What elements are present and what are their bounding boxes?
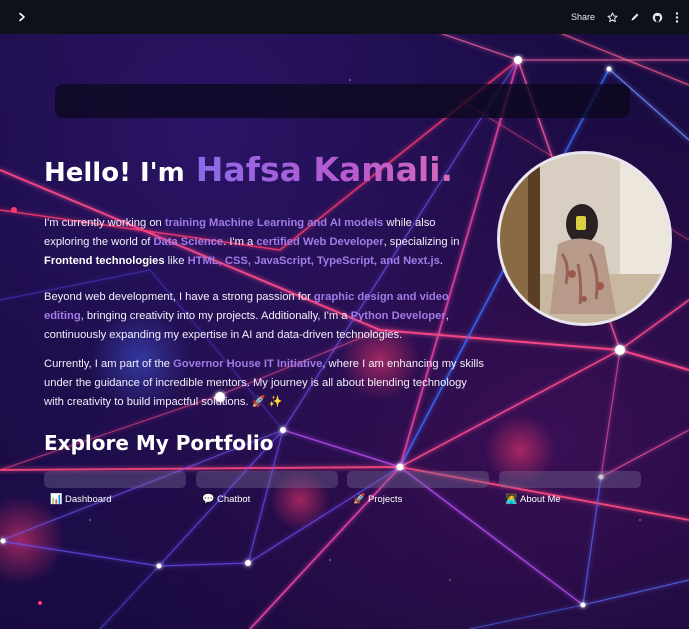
chevron-right-icon: [19, 12, 25, 22]
speech-bubble-icon: 💬: [202, 494, 215, 505]
intro-text: I'm currently working on: [44, 217, 165, 229]
passion-paragraph: Beyond web development, I have a strong …: [44, 288, 484, 345]
share-button[interactable]: Share: [571, 12, 595, 22]
dashboard-button[interactable]: [44, 471, 186, 488]
github-button[interactable]: [652, 12, 663, 23]
toolbar-actions: Share: [571, 11, 679, 23]
app-toolbar: Share: [0, 0, 689, 34]
intro-text: like: [164, 255, 188, 267]
main-menu-button[interactable]: [675, 11, 679, 23]
highlight-governor-house: Governor House IT Initiative: [173, 358, 323, 370]
name-heading: Hafsa Kamali.: [195, 150, 454, 189]
intro-paragraph: I'm currently working on training Machin…: [44, 214, 484, 271]
edit-button[interactable]: [630, 12, 640, 22]
portfolio-heading: Explore My Portfolio: [44, 431, 274, 455]
highlight-data-science: Data Science: [153, 236, 224, 248]
more-vertical-icon: [675, 11, 679, 23]
highlight-web-developer: certified Web Developer: [256, 236, 384, 248]
profile-photo-image: [500, 154, 669, 323]
expand-sidebar-button[interactable]: [14, 9, 30, 25]
bar-chart-icon: 📊: [50, 494, 63, 505]
pencil-icon: [631, 13, 639, 21]
highlight-frontend: Frontend technologies: [44, 255, 165, 267]
initiative-paragraph: Currently, I am part of the Governor Hou…: [44, 355, 484, 412]
star-icon: [607, 11, 618, 22]
highlight-tech-stack: HTML, CSS, JavaScript, TypeScript, and N…: [187, 255, 440, 267]
about-me-link-label: About Me: [520, 494, 561, 505]
page-title: Hello! I'm Hafsa Kamali.: [44, 150, 453, 189]
projects-link[interactable]: 🚀 Projects: [353, 494, 402, 505]
projects-button[interactable]: [347, 471, 489, 488]
chatbot-link-label: Chatbot: [217, 494, 251, 505]
favorite-button[interactable]: [607, 11, 618, 23]
github-icon: [652, 12, 663, 22]
profile-photo: [497, 151, 672, 326]
initiative-text: Currently, I am part of the: [44, 358, 174, 370]
intro-text: . I'm a: [223, 236, 257, 248]
highlight-ml-ai: training Machine Learning and AI models: [164, 217, 384, 229]
about-me-link[interactable]: 👩‍💻 About Me: [505, 494, 561, 505]
intro-text: , specializing in: [383, 236, 460, 248]
projects-link-label: Projects: [368, 494, 403, 505]
dashboard-link-label: Dashboard: [65, 494, 112, 505]
intro-text: .: [439, 255, 443, 267]
greeting-text: Hello! I'm: [44, 158, 185, 188]
header-banner: [55, 84, 630, 118]
chatbot-link[interactable]: 💬 Chatbot: [202, 494, 250, 505]
highlight-python: Python Developer: [350, 310, 446, 322]
about-me-button[interactable]: [499, 471, 641, 488]
passion-text: Beyond web development, I have a strong …: [44, 291, 314, 303]
rocket-icon: 🚀: [353, 494, 366, 505]
technologist-icon: 👩‍💻: [505, 494, 518, 505]
dashboard-link[interactable]: 📊 Dashboard: [50, 494, 111, 505]
passion-text: , bringing creativity into my projects. …: [80, 310, 351, 322]
chatbot-button[interactable]: [196, 471, 338, 488]
rocket-sparkles-emoji: 🚀 ✨: [251, 396, 283, 408]
